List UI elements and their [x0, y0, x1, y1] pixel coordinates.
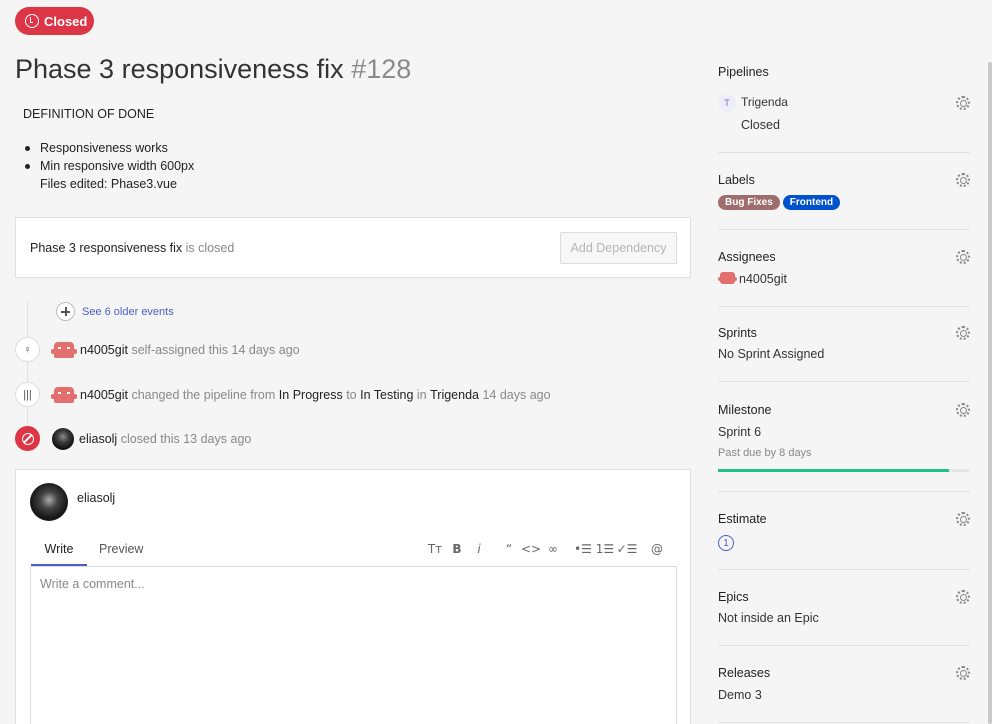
code-icon[interactable]: <>	[520, 542, 542, 560]
avatar	[51, 386, 77, 403]
event-text: to	[346, 387, 357, 402]
estimate-value[interactable]: 1	[718, 535, 734, 551]
bold-icon[interactable]: B	[446, 542, 468, 560]
pipeline-from: In Progress	[278, 387, 343, 402]
assignee-name[interactable]: n4005git	[739, 272, 787, 286]
plus-icon	[56, 302, 75, 321]
event-text: closed this 13 days ago	[120, 431, 252, 446]
numbered-list-icon[interactable]: 1☰	[594, 542, 616, 560]
label-list: Bug Fixes Frontend	[718, 194, 843, 210]
milestone-title: Milestone	[718, 403, 772, 417]
description-extra: Files edited: Phase3.vue	[40, 177, 177, 191]
pipeline-icon: |||	[15, 382, 40, 407]
estimate-section: Estimate	[718, 492, 970, 570]
milestone-progress-fill	[718, 469, 949, 472]
labels-section: Labels Bug Fixes Frontend	[718, 153, 970, 230]
event-user[interactable]: eliasolj	[79, 432, 117, 446]
event-text: changed the pipeline from	[131, 387, 276, 402]
epics-section: Epics Not inside an Epic	[718, 570, 970, 646]
label-chip[interactable]: Bug Fixes	[718, 195, 780, 210]
assign-icon: ♀	[15, 337, 40, 362]
description-heading: DEFINITION OF DONE	[23, 107, 155, 121]
labels-title: Labels	[718, 173, 755, 187]
quote-icon[interactable]: “	[498, 542, 520, 560]
assignees-section: Assignees n4005git	[718, 230, 970, 307]
dependency-text: Phase 3 responsiveness fix is closed	[30, 241, 234, 255]
dependency-issue-name[interactable]: Phase 3 responsiveness fix	[30, 241, 182, 255]
pipeline-workspace: Trigenda	[430, 387, 479, 402]
workspace-name: Trigenda	[741, 95, 788, 109]
milestone-due: Past due by 8 days	[718, 447, 812, 459]
milestone-progress	[718, 469, 969, 472]
sprint-value: No Sprint Assigned	[718, 347, 825, 361]
scrollbar[interactable]	[988, 62, 992, 724]
milestone-value[interactable]: Sprint 6	[718, 425, 761, 439]
description-item: Responsiveness works	[23, 139, 194, 157]
gear-icon[interactable]	[956, 96, 970, 110]
pipeline-to: In Testing	[360, 387, 414, 402]
add-dependency-button[interactable]: Add Dependency	[560, 232, 677, 264]
closed-icon	[15, 426, 40, 451]
description: Responsiveness works Min responsive widt…	[23, 139, 194, 193]
timeline-event-assigned: ♀ n4005git self-assigned this 14 days ag…	[15, 337, 300, 362]
issue-title: Phase 3 responsiveness fix #128	[15, 54, 411, 85]
issue-number: #128	[351, 54, 412, 84]
dependency-box: Phase 3 responsiveness fix is closed Add…	[15, 217, 691, 278]
timeline-event-closed: eliasolj closed this 13 days ago	[15, 426, 251, 451]
see-older-events-link[interactable]: See 6 older events	[82, 306, 174, 318]
event-time: 14 days ago	[482, 387, 551, 402]
event-user[interactable]: n4005git	[80, 343, 128, 357]
epic-value: Not inside an Epic	[718, 611, 819, 625]
description-item: Min responsive width 600px	[23, 157, 194, 175]
italic-icon[interactable]: i	[468, 542, 490, 560]
comment-input[interactable]: Write a comment...	[30, 566, 677, 724]
label-chip[interactable]: Frontend	[782, 195, 841, 210]
text-size-icon[interactable]: Tт	[424, 542, 446, 560]
avatar	[52, 427, 74, 450]
gear-icon[interactable]	[956, 512, 970, 526]
comment-user: eliasolj	[77, 491, 116, 505]
task-list-icon[interactable]: ✓☰	[616, 542, 638, 560]
estimate-title: Estimate	[718, 512, 767, 526]
pipelines-section: Pipelines T Trigenda Closed	[718, 0, 970, 153]
timeline-event-pipeline: ||| n4005git changed the pipeline from I…	[15, 382, 551, 407]
see-older-events[interactable]: See 6 older events	[56, 302, 174, 321]
bulleted-list-icon[interactable]: •☰	[572, 542, 594, 560]
releases-title: Releases	[718, 666, 771, 680]
link-icon[interactable]: ∞	[542, 542, 564, 560]
gear-icon[interactable]	[956, 326, 970, 340]
gear-icon[interactable]	[956, 403, 970, 417]
event-text: self-assigned this 14 days ago	[131, 342, 300, 357]
avatar	[51, 341, 77, 358]
pipelines-title: Pipelines	[718, 65, 769, 79]
pipeline-status[interactable]: Closed	[741, 118, 780, 132]
closed-icon	[25, 14, 39, 28]
dependency-status: is closed	[185, 241, 235, 255]
event-user[interactable]: n4005git	[80, 388, 128, 402]
sprints-section: Sprints No Sprint Assigned	[718, 307, 970, 382]
epics-title: Epics	[718, 590, 749, 604]
avatar	[30, 483, 68, 521]
tab-preview[interactable]: Preview	[99, 542, 143, 556]
releases-section: Releases Demo 3	[718, 646, 970, 723]
gear-icon[interactable]	[956, 590, 970, 604]
milestone-section: Milestone Sprint 6 Past due by 8 days	[718, 382, 970, 492]
status-badge: Closed	[15, 7, 94, 35]
workspace-avatar: T	[718, 94, 736, 112]
tab-write[interactable]: Write	[31, 542, 87, 566]
avatar	[718, 272, 737, 284]
assignees-title: Assignees	[718, 250, 776, 264]
status-badge-label: Closed	[44, 13, 88, 29]
sprints-title: Sprints	[718, 326, 757, 340]
event-text: in	[416, 387, 427, 402]
mention-icon[interactable]: @	[646, 542, 668, 560]
issue-title-text: Phase 3 responsiveness fix	[15, 54, 344, 84]
release-value[interactable]: Demo 3	[718, 688, 762, 702]
gear-icon[interactable]	[956, 666, 970, 680]
gear-icon[interactable]	[956, 173, 970, 187]
comment-box: eliasolj Write Preview Tт B i “ <> ∞ •☰ …	[15, 469, 691, 724]
gear-icon[interactable]	[956, 250, 970, 264]
formatting-toolbar: Tт B i “ <> ∞ •☰ 1☰ ✓☰ @	[424, 542, 668, 560]
